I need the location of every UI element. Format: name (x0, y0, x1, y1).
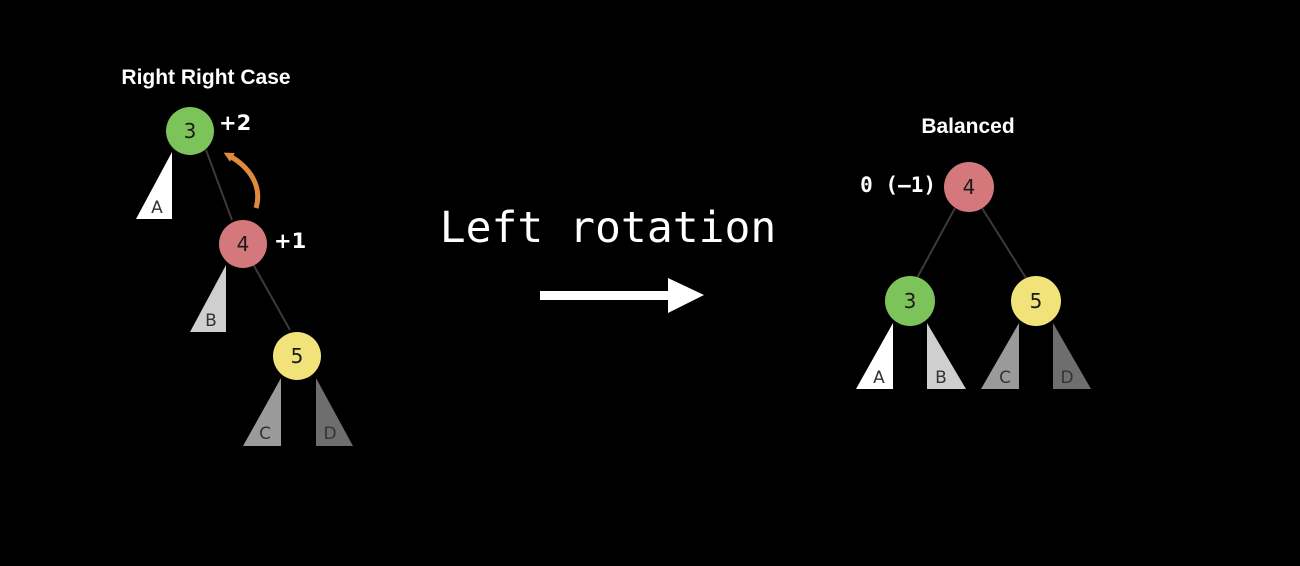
right-node-5-key: 5 (1030, 289, 1043, 313)
right-subtree-c: C (981, 323, 1019, 389)
right-node-4-key: 4 (963, 175, 976, 199)
right-subtree-c-label: C (999, 368, 1011, 388)
left-subtree-a-label: A (151, 198, 163, 218)
right-node-4: 4 (944, 162, 994, 212)
avl-rotation-diagram: Right Right Case A B C D 3 +2 4 +1 5 Lef… (121, 66, 1091, 446)
left-tree-title: Right Right Case (121, 66, 290, 89)
left-subtree-c-label: C (259, 424, 271, 444)
right-node-3-key: 3 (904, 289, 917, 313)
right-arrow-shaft (540, 291, 676, 300)
right-edge-4-3 (916, 207, 956, 279)
right-subtree-d: D (1053, 323, 1091, 389)
right-subtree-a-label: A (873, 368, 885, 388)
right-arrow-head (668, 278, 704, 313)
right-subtree-b-label: B (935, 368, 947, 388)
right-tree: Balanced A B C D 4 0 (–1) 3 5 (856, 115, 1091, 389)
left-edge-3-4 (205, 149, 233, 221)
left-subtree-b-label: B (205, 311, 217, 331)
right-subtree-b: B (927, 323, 966, 389)
right-node-5: 5 (1011, 276, 1061, 326)
left-node-4-key: 4 (237, 232, 250, 256)
left-node-3-key: 3 (184, 119, 197, 143)
left-node-4-balance: +1 (274, 229, 306, 253)
right-node-3: 3 (885, 276, 935, 326)
left-node-5-key: 5 (291, 344, 304, 368)
right-node-4-balance: 0 (–1) (860, 173, 936, 197)
left-subtree-a: A (136, 152, 172, 219)
left-node-3-balance: +2 (219, 111, 251, 135)
rotation-arrow-icon (223, 152, 261, 209)
left-subtree-d: D (316, 378, 353, 446)
right-subtree-a: A (856, 323, 893, 389)
right-subtree-d-label: D (1060, 368, 1073, 388)
right-arrow-icon (540, 278, 704, 313)
left-subtree-b: B (190, 265, 226, 332)
left-tree: Right Right Case A B C D 3 +2 4 +1 5 (121, 66, 353, 446)
operation-label: Left rotation (440, 203, 777, 253)
left-node-3: 3 (166, 107, 214, 155)
left-node-4: 4 (219, 220, 267, 268)
operation: Left rotation (440, 203, 777, 313)
right-tree-title: Balanced (921, 115, 1014, 138)
left-subtree-d-label: D (323, 424, 336, 444)
left-edge-4-5 (252, 263, 291, 331)
left-subtree-c: C (243, 378, 281, 446)
right-edge-4-5 (981, 207, 1027, 279)
left-node-5: 5 (273, 332, 321, 380)
